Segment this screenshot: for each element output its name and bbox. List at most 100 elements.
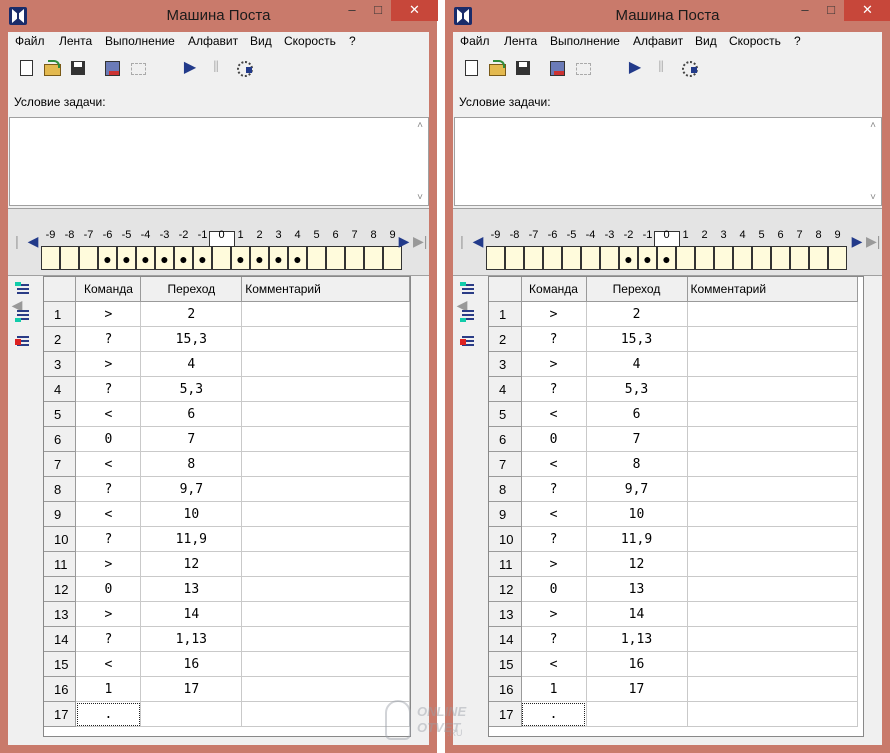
column-header-jump[interactable]: Переход: [140, 277, 243, 302]
comment-cell[interactable]: [687, 401, 858, 427]
column-header-command[interactable]: Команда: [521, 277, 587, 302]
maximize-button[interactable]: □: [365, 0, 391, 21]
tape-last-button[interactable]: ▶|: [413, 209, 427, 273]
comment-cell[interactable]: [241, 651, 410, 677]
menu-file[interactable]: Файл: [15, 34, 45, 48]
tape-cell[interactable]: ●: [155, 246, 174, 270]
table-row[interactable]: 4? 5,3: [44, 376, 410, 402]
library-icon[interactable]: [547, 58, 567, 78]
tape-next-button[interactable]: ▶: [397, 209, 411, 273]
tape-cell[interactable]: ●: [231, 246, 250, 270]
minimize-button[interactable]: –: [339, 0, 365, 21]
tape-next-button[interactable]: ▶: [850, 209, 864, 273]
jump-cell[interactable]: 16: [140, 651, 243, 677]
table-row[interactable]: 1 >2: [44, 301, 410, 327]
table-row[interactable]: 607: [44, 426, 410, 452]
menu-speed[interactable]: Скорость: [729, 34, 781, 48]
tape-cell[interactable]: ●: [250, 246, 269, 270]
command-cell[interactable]: 0: [75, 576, 142, 602]
comment-cell[interactable]: [241, 476, 410, 502]
tape-cell[interactable]: [790, 246, 809, 270]
table-row[interactable]: 17.: [489, 701, 858, 727]
column-header-jump[interactable]: Переход: [586, 277, 688, 302]
title-bar[interactable]: Машина Поста – □ ✕: [445, 0, 890, 32]
jump-cell[interactable]: 14: [140, 601, 243, 627]
table-row[interactable]: 11 >12: [44, 551, 410, 577]
delete-row-icon[interactable]: [460, 334, 476, 350]
comment-cell[interactable]: [241, 426, 410, 452]
jump-cell[interactable]: 12: [140, 551, 243, 577]
command-cell[interactable]: .: [521, 701, 587, 727]
table-row[interactable]: 12 0 13: [489, 576, 858, 602]
command-cell[interactable]: <: [75, 501, 142, 527]
tape-prev-button[interactable]: ◀: [26, 209, 40, 273]
tape-cell[interactable]: [809, 246, 828, 270]
open-file-icon[interactable]: [487, 58, 507, 78]
tape-cell[interactable]: [771, 246, 790, 270]
tape-cell[interactable]: [676, 246, 695, 270]
jump-cell[interactable]: 10: [140, 501, 243, 527]
tape-cell[interactable]: ●: [638, 246, 657, 270]
command-cell[interactable]: ?: [521, 476, 587, 502]
menu-help[interactable]: ?: [349, 34, 356, 48]
command-cell[interactable]: 1: [521, 676, 587, 702]
tape-cell[interactable]: [600, 246, 619, 270]
table-row[interactable]: 16 1 17: [44, 676, 410, 702]
tape-cell[interactable]: [60, 246, 79, 270]
jump-cell[interactable]: 2: [586, 301, 688, 327]
command-cell[interactable]: ?: [75, 326, 142, 352]
menu-view[interactable]: Вид: [250, 34, 272, 48]
command-cell[interactable]: >: [521, 601, 587, 627]
tape-cell[interactable]: ●: [288, 246, 307, 270]
menu-alphabet[interactable]: Алфавит: [188, 34, 238, 48]
tape-cell[interactable]: [752, 246, 771, 270]
scroll-down-icon[interactable]: ˅: [865, 192, 881, 203]
jump-cell[interactable]: 13: [586, 576, 688, 602]
jump-cell[interactable]: 1,13: [140, 626, 243, 652]
table-row[interactable]: 4? 5,3: [489, 376, 858, 402]
command-cell[interactable]: <: [521, 451, 587, 477]
tape-cell[interactable]: [326, 246, 345, 270]
table-row[interactable]: 8? 9,7: [489, 476, 858, 502]
tape-cell[interactable]: [524, 246, 543, 270]
tape-cell[interactable]: ●: [136, 246, 155, 270]
step-icon[interactable]: [679, 58, 699, 78]
comment-cell[interactable]: [687, 451, 858, 477]
comment-cell[interactable]: [241, 576, 410, 602]
tape-cell[interactable]: ●: [619, 246, 638, 270]
comment-cell[interactable]: [241, 351, 410, 377]
command-cell[interactable]: <: [75, 401, 142, 427]
open-file-icon[interactable]: [42, 58, 62, 78]
jump-cell[interactable]: 7: [140, 426, 243, 452]
tape-prev-button[interactable]: ◀: [471, 209, 485, 273]
column-header-comment[interactable]: Комментарий: [687, 277, 858, 302]
comment-cell[interactable]: [241, 526, 410, 552]
table-row[interactable]: 1 >2: [489, 301, 858, 327]
task-scrollbar[interactable]: ˄ ˅: [865, 118, 881, 205]
library-icon[interactable]: [102, 58, 122, 78]
comment-cell[interactable]: [241, 601, 410, 627]
step-icon[interactable]: [234, 58, 254, 78]
command-cell[interactable]: 0: [521, 426, 587, 452]
comment-cell[interactable]: [687, 301, 858, 327]
tape-cell[interactable]: [695, 246, 714, 270]
new-file-icon[interactable]: [16, 58, 36, 78]
tape-first-button[interactable]: |◀: [455, 209, 469, 313]
tape-first-button[interactable]: |◀: [10, 209, 24, 313]
jump-cell[interactable]: 12: [586, 551, 688, 577]
table-row[interactable]: 9 <10: [489, 501, 858, 527]
comment-cell[interactable]: [687, 601, 858, 627]
table-row[interactable]: 7 <8: [489, 451, 858, 477]
column-header-command[interactable]: Команда: [75, 277, 142, 302]
tape-cell[interactable]: ●: [193, 246, 212, 270]
menu-help[interactable]: ?: [794, 34, 801, 48]
tape-cell[interactable]: ●: [657, 246, 676, 270]
comment-cell[interactable]: [241, 401, 410, 427]
command-cell[interactable]: .: [75, 701, 142, 727]
command-cell[interactable]: ?: [75, 476, 142, 502]
save-icon[interactable]: [68, 58, 88, 78]
tape-cell[interactable]: ●: [174, 246, 193, 270]
task-text-area[interactable]: ˄ ˅: [454, 117, 882, 206]
command-cell[interactable]: ?: [521, 376, 587, 402]
comment-cell[interactable]: [687, 576, 858, 602]
